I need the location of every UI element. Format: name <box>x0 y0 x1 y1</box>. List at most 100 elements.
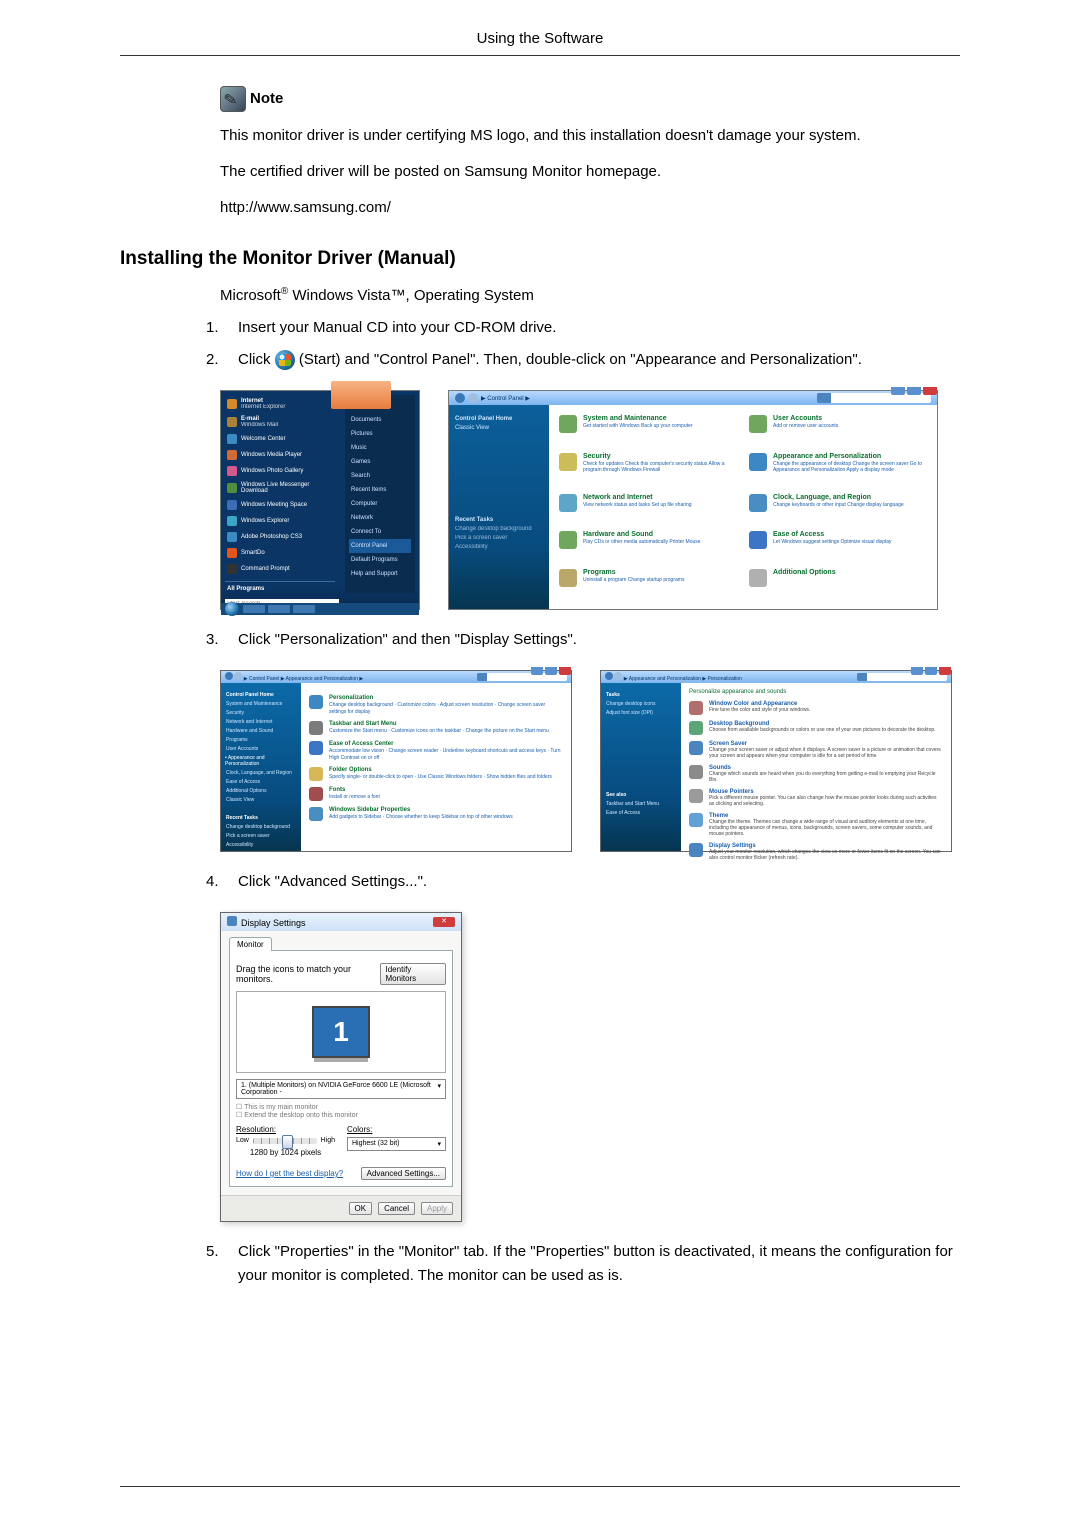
cp-item-links[interactable]: Get started with Windows Back up your co… <box>583 423 693 430</box>
start-right-item[interactable]: Games <box>349 455 411 469</box>
pp-see-item[interactable]: Taskbar and Start Menu <box>606 801 676 807</box>
cp-recent-item[interactable]: Accessibility <box>455 544 543 550</box>
start-item[interactable]: Windows Meeting Space <box>241 502 307 508</box>
taskbar-item[interactable] <box>243 605 265 613</box>
maximize-icon[interactable] <box>925 667 937 675</box>
cp-item[interactable]: Network and Internet <box>583 494 692 501</box>
back-icon[interactable] <box>455 393 465 403</box>
cp-item[interactable]: Programs <box>583 569 684 576</box>
start-right-item[interactable]: Computer <box>349 497 411 511</box>
resolution-slider[interactable]: Low High <box>236 1137 335 1144</box>
start-right-item[interactable]: Default Programs <box>349 553 411 567</box>
ap-side-item[interactable]: Programs <box>226 737 296 743</box>
ap-item-links[interactable]: Install or remove a font <box>329 794 380 801</box>
minimize-icon[interactable] <box>911 667 923 675</box>
pp-see-item[interactable]: Ease of Access <box>606 810 676 816</box>
cp-item-links[interactable]: Uninstall a program Change startup progr… <box>583 577 684 584</box>
cp-item[interactable]: System and Maintenance <box>583 415 693 422</box>
forward-icon[interactable] <box>614 672 622 680</box>
samsung-link[interactable]: http://www.samsung.com/ <box>220 199 391 216</box>
close-button[interactable]: ✕ <box>433 917 455 927</box>
start-right-item[interactable]: Connect To <box>349 525 411 539</box>
ap-side-item-selected[interactable]: • Appearance and Personalization <box>223 755 296 767</box>
best-display-link[interactable]: How do I get the best display? <box>236 1169 343 1178</box>
start-item[interactable]: Windows Live Messenger Download <box>241 482 333 494</box>
start-right-item[interactable]: Network <box>349 511 411 525</box>
start-right-item[interactable]: Recent Items <box>349 483 411 497</box>
cp-item[interactable]: Hardware and Sound <box>583 531 701 538</box>
start-item[interactable]: Windows Explorer <box>241 518 289 524</box>
maximize-icon[interactable] <box>907 387 921 395</box>
start-item[interactable]: Command Prompt <box>241 566 290 572</box>
cp-item[interactable]: User Accounts <box>773 415 838 422</box>
cp-item-links[interactable]: Add or remove user accounts <box>773 423 838 430</box>
monitor-arrangement-area[interactable]: 1 <box>236 991 446 1073</box>
ap-item[interactable]: Fonts <box>329 787 380 793</box>
ap-item[interactable]: Windows Sidebar Properties <box>329 807 513 813</box>
start-item[interactable]: SmartDo <box>241 550 265 556</box>
cp-item[interactable]: Security <box>583 453 737 460</box>
cp-item-appearance[interactable]: Appearance and Personalization <box>773 453 927 460</box>
start-right-item[interactable]: Help and Support <box>349 567 411 581</box>
ap-side-item[interactable]: Classic View <box>226 797 296 803</box>
ap-recent-item[interactable]: Pick a screen saver <box>226 833 296 839</box>
minimize-icon[interactable] <box>891 387 905 395</box>
monitor-tab[interactable]: Monitor <box>229 937 272 951</box>
cp-recent-item[interactable]: Change desktop background <box>455 526 543 532</box>
ap-item[interactable]: Folder Options <box>329 767 552 773</box>
ap-recent-item[interactable]: Accessibility <box>226 842 296 848</box>
cp-side-classic[interactable]: Classic View <box>455 425 543 431</box>
cp-item-links[interactable]: Change keyboards or other input Change d… <box>773 502 904 509</box>
cp-item-links[interactable]: Check for updates Check this computer's … <box>583 461 737 474</box>
cp-item[interactable]: Ease of Access <box>773 531 891 538</box>
cp-item-links[interactable]: Let Windows suggest settings Optimize vi… <box>773 539 891 546</box>
cp-side-home[interactable]: Control Panel Home <box>455 416 543 422</box>
back-icon[interactable] <box>225 672 233 680</box>
ap-side-item[interactable]: Network and Internet <box>226 719 296 725</box>
close-icon[interactable] <box>559 667 571 675</box>
identify-monitors-button[interactable]: Identify Monitors <box>380 963 447 985</box>
back-icon[interactable] <box>605 672 613 680</box>
breadcrumb[interactable]: ▶ Control Panel ▶ Appearance and Persona… <box>225 672 363 682</box>
ap-item-links[interactable]: Change desktop background · Customize co… <box>329 702 563 715</box>
close-icon[interactable] <box>923 387 937 395</box>
taskbar-item[interactable] <box>268 605 290 613</box>
start-right-item[interactable]: Search <box>349 469 411 483</box>
ap-item-links[interactable]: Specify single- or double-click to open … <box>329 774 552 781</box>
start-item[interactable]: Windows Media Player <box>241 452 302 458</box>
cp-item[interactable]: Clock, Language, and Region <box>773 494 904 501</box>
ap-side-item[interactable]: User Accounts <box>226 746 296 752</box>
breadcrumb[interactable]: ▶ Control Panel ▶ <box>455 393 530 403</box>
forward-icon[interactable] <box>468 393 478 403</box>
ap-side-item[interactable]: Clock, Language, and Region <box>226 770 296 776</box>
pp-side-item[interactable]: Adjust font size (DPI) <box>606 710 676 716</box>
forward-icon[interactable] <box>234 672 242 680</box>
ap-side-item[interactable]: System and Maintenance <box>226 701 296 707</box>
all-programs[interactable]: All Programs <box>227 586 264 592</box>
ap-item-links[interactable]: Add gadgets to Sidebar · Choose whether … <box>329 814 513 821</box>
start-orb-icon[interactable] <box>225 602 239 616</box>
ap-side-home[interactable]: Control Panel Home <box>226 692 296 698</box>
start-item[interactable]: Adobe Photoshop CS3 <box>241 534 302 540</box>
start-item[interactable]: Windows Photo Gallery <box>241 468 303 474</box>
ap-item-links[interactable]: Accommodate low vision · Change screen r… <box>329 748 563 761</box>
taskbar-item[interactable] <box>293 605 315 613</box>
start-right-item-control-panel[interactable]: Control Panel <box>349 539 411 553</box>
minimize-icon[interactable] <box>531 667 543 675</box>
ap-side-item[interactable]: Additional Options <box>226 788 296 794</box>
close-icon[interactable] <box>939 667 951 675</box>
colors-select[interactable]: Highest (32 bit)▾ <box>347 1137 446 1151</box>
slider-thumb[interactable] <box>282 1135 293 1149</box>
ap-item-personalization[interactable]: Personalization <box>329 695 563 701</box>
advanced-settings-button[interactable]: Advanced Settings... <box>361 1167 446 1180</box>
cp-recent-item[interactable]: Pick a screen saver <box>455 535 543 541</box>
start-item[interactable]: Welcome Center <box>241 436 286 442</box>
cancel-button[interactable]: Cancel <box>378 1202 415 1215</box>
start-right-item[interactable]: Pictures <box>349 427 411 441</box>
start-right-item[interactable]: Music <box>349 441 411 455</box>
maximize-icon[interactable] <box>545 667 557 675</box>
ap-recent-item[interactable]: Change desktop background <box>226 824 296 830</box>
cp-item-links[interactable]: Play CDs or other media automatically Pr… <box>583 539 701 546</box>
cp-item[interactable]: Additional Options <box>773 569 836 576</box>
ap-side-item[interactable]: Hardware and Sound <box>226 728 296 734</box>
